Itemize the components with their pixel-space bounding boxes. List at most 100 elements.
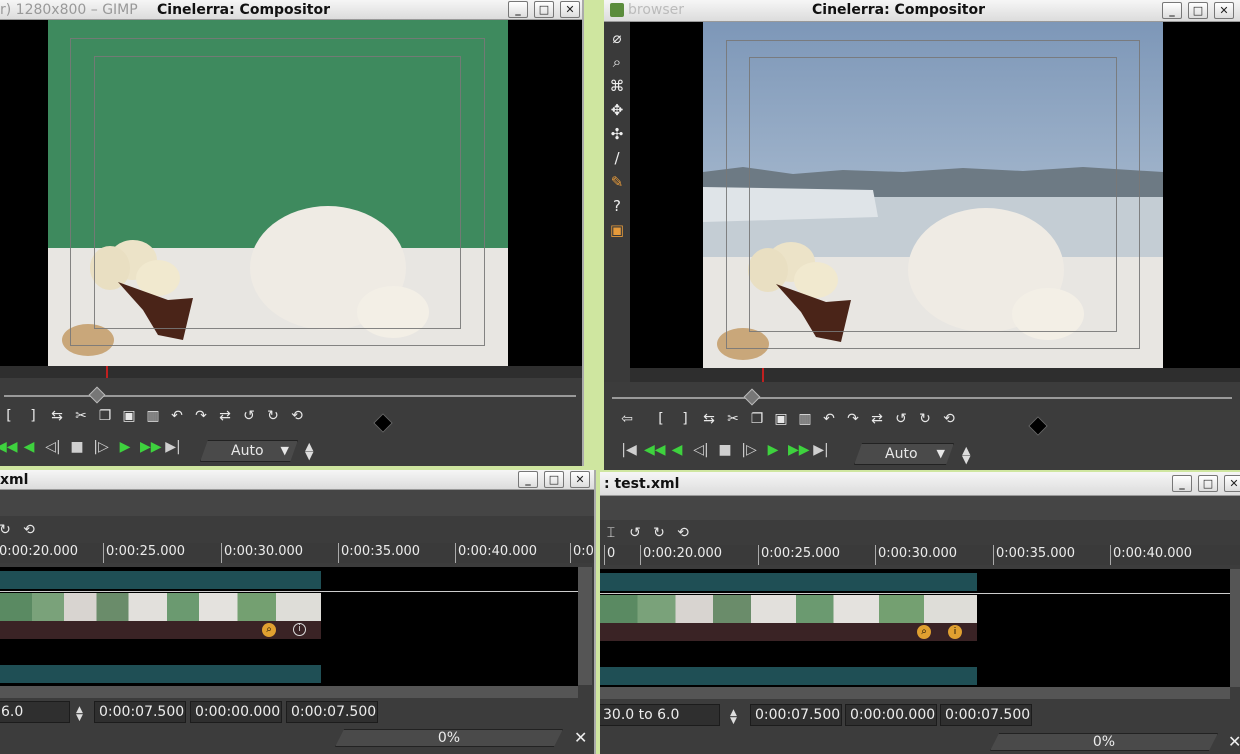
horizontal-scrollbar[interactable] [600,687,1230,699]
info-icon[interactable]: i [948,625,962,639]
loop-icon[interactable]: ⟲ [674,525,692,541]
fast-forward-icon[interactable]: ▶▶ [788,442,810,458]
rewind-icon[interactable]: ◀ [668,442,686,458]
cancel-icon[interactable]: ✕ [1228,732,1240,751]
position-slider-track[interactable] [612,397,1232,399]
minimize-button[interactable]: _ [518,471,538,488]
camera-icon[interactable]: ✥ [607,100,627,120]
fast-rewind-icon[interactable]: ◀◀ [644,442,666,458]
crop-icon[interactable]: / [607,148,627,168]
splice-icon[interactable]: ⇆ [48,408,66,424]
minimize-button[interactable]: _ [1162,2,1182,19]
right-compositor-titlebar[interactable]: browser Cinelerra: Compositor _ □ ✕ [604,0,1240,22]
labels-icon[interactable]: ▥ [796,411,814,427]
redo-icon[interactable]: ↻ [916,411,934,427]
cut-icon[interactable]: ✂ [724,411,742,427]
to-clip-icon[interactable]: ⇄ [868,411,886,427]
zoom-dropdown[interactable]: Auto ▼ [854,443,954,465]
video-thumbnails[interactable] [0,593,321,621]
frame-back-icon[interactable]: ◁| [44,439,62,455]
selection-field[interactable]: 6.0 [0,701,70,723]
to-clip-back-icon[interactable]: ⇦ [618,411,636,427]
minimize-button[interactable]: _ [508,1,528,18]
time-field-2[interactable]: 0:00:00.000 [845,704,937,726]
zoom-icon[interactable]: ⌕ [607,52,627,72]
left-program-titlebar[interactable]: xml _ □ ✕ [0,470,594,490]
cut-icon[interactable]: ✂ [72,408,90,424]
projector-icon[interactable]: ✣ [607,124,627,144]
undo-icon[interactable]: ↺ [892,411,910,427]
time-field-2[interactable]: 0:00:00.000 [190,701,282,723]
maximize-button[interactable]: □ [544,471,564,488]
timebar[interactable] [630,368,1240,382]
vertical-scrollbar[interactable] [578,567,592,685]
time-field-1[interactable]: 0:00:07.500 [94,701,186,723]
horizontal-scrollbar[interactable] [0,686,578,698]
rewind-icon[interactable]: ◀ [20,439,38,455]
position-slider-knob[interactable] [743,388,761,406]
time-field-1[interactable]: 0:00:07.500 [750,704,842,726]
video-thumbnails[interactable] [600,595,977,623]
to-clip-icon[interactable]: ⇄ [216,408,234,424]
maximize-button[interactable]: □ [1198,475,1218,492]
zoom-dropdown[interactable]: Auto ▼ [200,440,298,462]
next-label-icon[interactable]: ↷ [844,411,862,427]
copy-icon[interactable]: ❐ [748,411,766,427]
loop-icon[interactable]: ⟲ [288,408,306,424]
in-point-icon[interactable]: [ [652,411,670,427]
out-point-icon[interactable]: ] [676,411,694,427]
paste-icon[interactable]: ▣ [120,408,138,424]
help-icon[interactable]: ? [607,196,627,216]
undo-icon[interactable]: ↺ [626,525,644,541]
prev-label-icon[interactable]: ↶ [820,411,838,427]
time-field-3[interactable]: 0:00:07.500 [286,701,378,723]
close-button[interactable]: ✕ [1214,2,1234,19]
protect-icon[interactable]: ⌀ [607,28,627,48]
compositor-canvas[interactable] [0,20,582,366]
cancel-icon[interactable]: ✕ [574,728,587,747]
mask-icon[interactable]: ⌘ [607,76,627,96]
play-icon[interactable]: ▶ [764,442,782,458]
compositor-canvas[interactable] [630,22,1240,368]
timebar[interactable] [0,366,582,378]
redo-icon[interactable]: ↻ [0,522,14,538]
close-button[interactable]: ✕ [570,471,590,488]
fast-rewind-icon[interactable]: ◀◀ [0,439,18,455]
vertical-scrollbar[interactable] [1230,569,1240,687]
stop-icon[interactable]: ■ [68,439,86,455]
fast-forward-icon[interactable]: ▶▶ [140,439,162,455]
paste-icon[interactable]: ▣ [772,411,790,427]
keyframe-diamond-icon[interactable] [1028,416,1048,436]
zoom-icon[interactable]: ⌕ [262,623,276,637]
undo-icon[interactable]: ↺ [240,408,258,424]
close-button[interactable]: ✕ [560,1,580,18]
info-icon[interactable]: i [293,623,306,636]
time-ruler[interactable]: 0:00:20.000 0:00:25.000 0:00:30.000 0:00… [0,543,594,563]
next-label-icon[interactable]: ↷ [192,408,210,424]
skip-end-icon[interactable]: ▶| [812,442,830,458]
selection-field[interactable]: 30.0 to 6.0 [600,704,720,726]
close-button[interactable]: ✕ [1224,475,1240,492]
skip-start-icon[interactable]: |◀ [620,442,638,458]
safe-region-icon[interactable]: ▣ [607,220,627,240]
labels-icon[interactable]: ▥ [144,408,162,424]
time-ruler[interactable]: 0 0:00:20.000 0:00:25.000 0:00:30.000 0:… [600,545,1240,565]
tracks-area[interactable]: ⌕ i [600,569,1230,687]
eyedropper-icon[interactable]: ✎ [607,172,627,192]
skip-end-icon[interactable]: ▶| [164,439,182,455]
frame-back-icon[interactable]: ◁| [692,442,710,458]
minimize-button[interactable]: _ [1172,475,1192,492]
zoom-stepper-icon[interactable]: ▲ ▼ [962,445,970,465]
out-point-icon[interactable]: ] [24,408,42,424]
selection-stepper-icon[interactable]: ▲ ▼ [730,709,737,726]
frame-forward-icon[interactable]: |▷ [92,439,110,455]
maximize-button[interactable]: □ [534,1,554,18]
play-icon[interactable]: ▶ [116,439,134,455]
stop-icon[interactable]: ■ [716,442,734,458]
redo-icon[interactable]: ↻ [264,408,282,424]
copy-icon[interactable]: ❐ [96,408,114,424]
zoom-icon[interactable]: ⌕ [917,625,931,639]
left-compositor-titlebar[interactable]: r) 1280x800 – GIMP Cinelerra: Compositor… [0,0,582,20]
maximize-button[interactable]: □ [1188,2,1208,19]
right-program-titlebar[interactable]: : test.xml _ □ ✕ [600,472,1240,496]
